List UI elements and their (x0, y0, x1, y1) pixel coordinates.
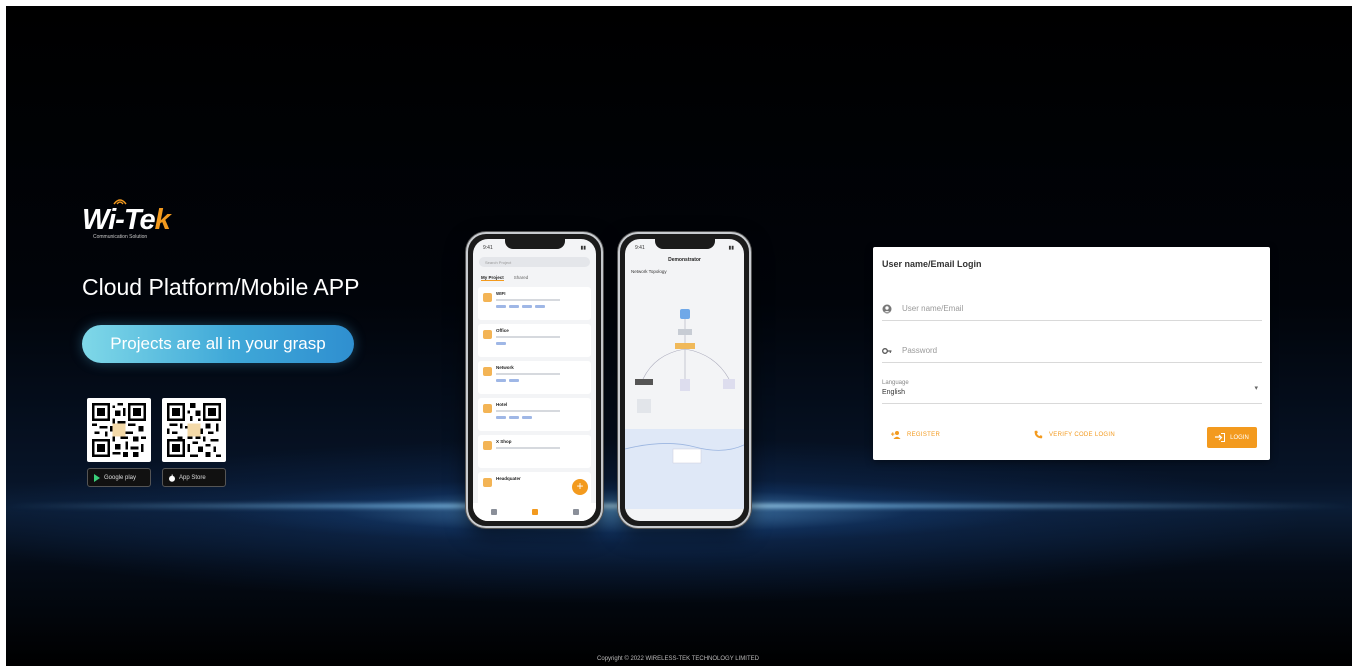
add-user-icon (891, 431, 901, 439)
username-field (882, 291, 1262, 321)
register-link[interactable]: REGISTER (891, 430, 940, 439)
page-headline: Cloud Platform/Mobile APP (82, 274, 360, 300)
google-play-label: Google play (104, 474, 137, 481)
project-icon (483, 293, 492, 302)
google-play-qr-code (87, 398, 151, 462)
slogan-pill: Projects are all in your grasp (82, 325, 354, 363)
project-item: Hotel (478, 398, 591, 431)
app-store-label: App Store (179, 474, 206, 481)
phone-mockup-projects: 9:41 ▮▮ Search Project My Project Shared … (466, 232, 603, 528)
project-item: Network (478, 361, 591, 394)
project-icon (483, 404, 492, 413)
login-button-label: LOGIN (1230, 434, 1249, 441)
username-input[interactable] (902, 300, 1242, 316)
topology-section-label: Network Topology (631, 269, 667, 274)
verify-code-login-link[interactable]: VERIFY CODE LOGIN (1034, 430, 1115, 439)
project-item: WIFI (478, 287, 591, 320)
tab-shared: Shared (513, 275, 529, 280)
app-store-qr-code (162, 398, 226, 462)
phone-notch (504, 239, 565, 249)
project-search-bar: Search Project (479, 257, 590, 267)
password-input[interactable] (902, 342, 1242, 358)
logo-text-main: Wi-Te (82, 204, 156, 236)
phone-notch (654, 239, 715, 249)
project-item: Office (478, 324, 591, 357)
tab-my-project: My Project (481, 275, 504, 281)
apple-icon (169, 474, 175, 482)
phone-mockup-topology: 9:41 ▮▮ Demonstrator Network Topology (618, 232, 751, 528)
phone-bottom-nav (473, 503, 596, 521)
project-icon (483, 441, 492, 450)
network-topology-diagram (625, 309, 744, 509)
dropdown-caret-icon: ▾ (1254, 385, 1258, 392)
login-button[interactable]: LOGIN (1207, 427, 1257, 448)
app-store-badge[interactable]: App Store (162, 468, 226, 487)
battery-icon: ▮▮ (580, 245, 586, 251)
logo-tagline: Communication Solution (93, 234, 148, 240)
user-icon (882, 304, 892, 314)
status-time: 9:41 (635, 245, 645, 251)
google-play-badge[interactable]: Google play (87, 468, 151, 487)
home-icon (490, 509, 497, 515)
register-label: REGISTER (907, 431, 941, 438)
project-icon (483, 330, 492, 339)
login-arrow-icon (1215, 433, 1226, 442)
project-nav-icon (531, 509, 538, 515)
login-title: User name/Email Login (882, 259, 982, 269)
phone-screen-topology: 9:41 ▮▮ Demonstrator Network Topology (625, 239, 744, 521)
phone-screen-projects: 9:41 ▮▮ Search Project My Project Shared … (473, 239, 596, 521)
key-icon (882, 348, 892, 354)
google-play-icon (94, 473, 100, 482)
project-item: X Shop (478, 435, 591, 468)
battery-icon: ▮▮ (728, 245, 734, 251)
witek-logo: Wi-Tek Communication Solution (82, 196, 192, 244)
copyright-footer: Copyright © 2022 WIRELESS-TEK TECHNOLOGY… (597, 656, 759, 662)
project-icon (483, 367, 492, 376)
language-label: Language (882, 380, 909, 386)
status-time: 9:41 (483, 245, 493, 251)
verify-code-label: VERIFY CODE LOGIN (1049, 431, 1116, 438)
phone-icon (1034, 430, 1043, 439)
language-value: English (882, 389, 905, 396)
topology-screen-title: Demonstrator (668, 257, 701, 263)
password-field (882, 333, 1262, 363)
logo-text-accent: k (154, 204, 171, 236)
user-icon (572, 509, 579, 515)
project-icon (483, 478, 492, 487)
add-project-fab: + (572, 479, 588, 495)
